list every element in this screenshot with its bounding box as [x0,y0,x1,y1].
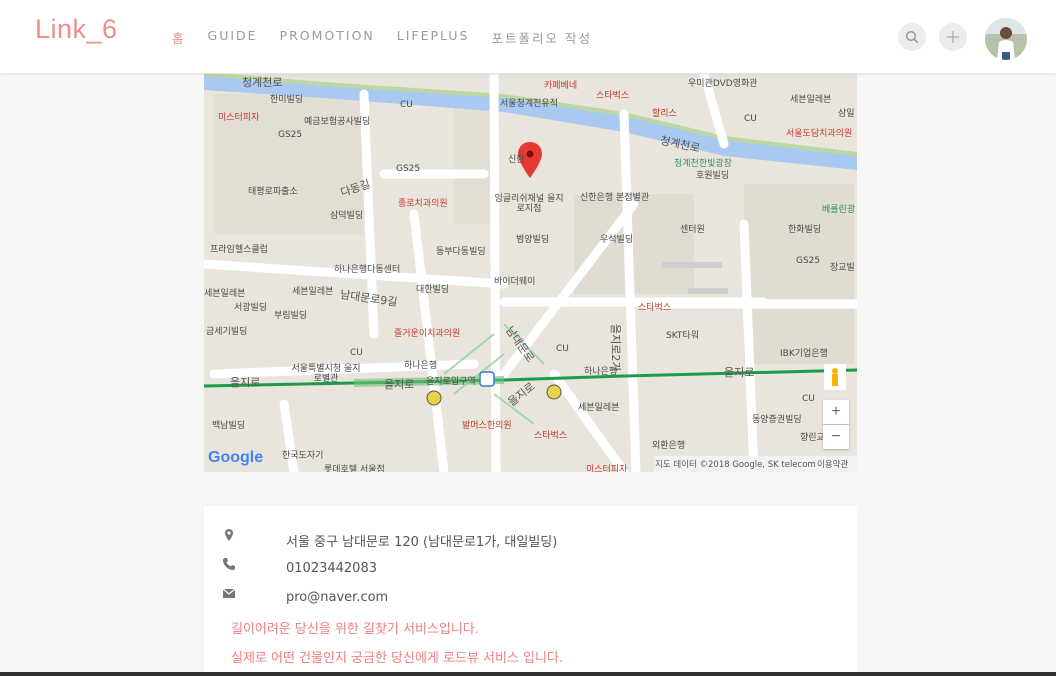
map-label: 스타벅스 [534,431,568,441]
map-label: 동부다동빌딩 [436,247,486,257]
map-label: 을지로 [724,366,755,379]
map-label: 우석빌딩 [600,235,634,245]
map-label: 외환은행 [652,441,686,451]
nav-guide[interactable]: GUIDE [208,28,258,47]
map-label: 한화빌딩 [788,225,822,235]
map-attribution: 지도 데이터 ©2018 Google, SK telecom [655,460,816,470]
map-label: 세븐일레븐 [292,287,334,297]
map-label: 서광빌딩 [234,303,268,313]
map-zoom-out-button[interactable]: − [823,425,849,449]
map-label: 세븐일레븐 [204,289,246,299]
map-label: 세븐일레븐 [578,403,620,413]
service-notice-roadview: 실제로 어떤 건물인지 궁금한 당신에게 로드뷰 서비스 입니다. [231,651,564,666]
top-navbar: Link_6 홈 GUIDE PROMOTION LIFEPLUS 포트폴리오 … [0,0,1056,74]
map-label: 향린교 [800,433,825,443]
map-label: 을지로 [230,376,261,389]
pegman-icon [824,364,846,390]
map-label: 백남빌딩 [212,421,246,431]
nav-home[interactable]: 홈 [172,28,186,47]
map-label: 하나은행 [584,367,618,377]
search-icon [905,30,919,44]
user-avatar[interactable] [985,18,1027,60]
map-label: 즐거운이치과의원 [394,329,461,339]
map-label: 바이더웨이 [494,277,536,287]
map-label: 호원빌딩 [696,171,730,181]
map-label: 금세기빌딩 [206,327,248,337]
map-label: 대한빌딩 [416,285,450,295]
map-label: 서울특별시청 을지로별관 [291,364,361,384]
map-label: CU [350,348,363,358]
map-label: 서울도담치과의원 [786,129,853,139]
map-label: 센터원 [680,225,705,235]
nav-lifeplus[interactable]: LIFEPLUS [397,28,470,47]
map-label: 미스터피자 [218,113,260,123]
map-label: 종로치과의원 [398,199,448,209]
map-label: 부림빌딩 [274,311,308,321]
map-label: 태평로파출소 [248,187,298,197]
map-label: 범양빌딩 [516,235,550,245]
map-label: 롯데호텔 서울점 [324,465,385,472]
contact-address: 서울 중구 남대문로 120 (남대문로1가, 대일빌딩) [286,535,558,550]
bottom-edge-bar [0,672,1056,676]
map-label: CU [556,344,569,354]
map-zoom-in-button[interactable]: + [823,400,849,424]
add-button[interactable] [939,23,967,51]
map-label: 한미빌딩 [270,95,304,105]
map-label: 미스터피자 [586,465,628,472]
map-label: 프라임헬스클럽 [210,245,268,255]
map-marker-icon [225,529,233,541]
map-label: 하나은행다동센터 [334,265,401,275]
map-label: GS25 [278,130,303,140]
map-label: 서울청계천유적 [500,99,558,109]
plus-icon [947,31,959,43]
map-label: 청계천로 [242,76,283,89]
map-label: 삼일 [838,109,855,119]
search-button[interactable] [898,23,926,51]
map-label: 카페베네 [544,81,578,91]
map-label: 스타벅스 [596,91,630,101]
map-label: 발머스한의원 [462,421,512,431]
map-label: CU [744,114,757,124]
map-label: 세븐일레븐 [790,95,832,105]
map-label: 삼덕빌딩 [330,211,364,221]
map-label: IBK기업은행 [780,349,828,359]
phone-icon [223,558,235,570]
nav-links: 홈 GUIDE PROMOTION LIFEPLUS 포트폴리오 작성 [172,28,614,47]
map-label: 장교빌 [830,263,855,273]
envelope-icon [222,588,236,598]
brand-logo[interactable]: Link_6 [35,14,118,45]
map-label: CU [802,394,815,404]
google-map[interactable]: 청계천로 한미빌딩 미스터피자 예금보험공사빌딩 GS25 CU 서울청계천유적… [204,74,857,472]
map-label: SKT타워 [666,331,699,341]
map-label: 한국도자기 [282,451,324,461]
map-terms-link[interactable]: 이용약관 [817,458,848,470]
contact-info-card: 서울 중구 남대문로 120 (남대문로1가, 대일빌딩) 0102344208… [204,506,857,676]
map-label: 신한 [508,155,525,165]
map-label: 을지로 [384,378,415,391]
map-label: 할리스 [652,109,677,119]
map-label: GS25 [796,256,821,266]
map-label: 동양증권빌딩 [752,415,802,425]
contact-phone: 01023442083 [286,561,377,576]
map-label: 베를린광 [822,205,856,215]
map-label: 을지로입구역 [426,377,476,387]
nav-portfolio[interactable]: 포트폴리오 작성 [491,28,591,47]
map-label: 예금보험공사빌딩 [304,117,371,127]
map-label: 우미관DVD영화관 [688,79,758,89]
map-label: CU [400,100,413,110]
google-logo[interactable]: Google [208,449,263,467]
map-label: 스타벅스 [638,303,672,313]
map-label: 하나은행 [404,361,438,371]
page: Link_6 홈 GUIDE PROMOTION LIFEPLUS 포트폴리오 … [0,0,1056,676]
service-notice-directions: 길이어려운 당신을 위한 길찾기 서비스입니다. [231,622,479,637]
map-label: 신한은행 본점별관 [580,193,650,203]
map-label: GS25 [396,164,421,174]
nav-promotion[interactable]: PROMOTION [280,28,375,47]
avatar-photo-icon [985,18,1027,60]
contact-email: pro@naver.com [286,590,389,605]
street-view-pegman[interactable] [824,364,846,390]
map-label: 잉글리쉬채널 을지로지점 [494,194,564,214]
